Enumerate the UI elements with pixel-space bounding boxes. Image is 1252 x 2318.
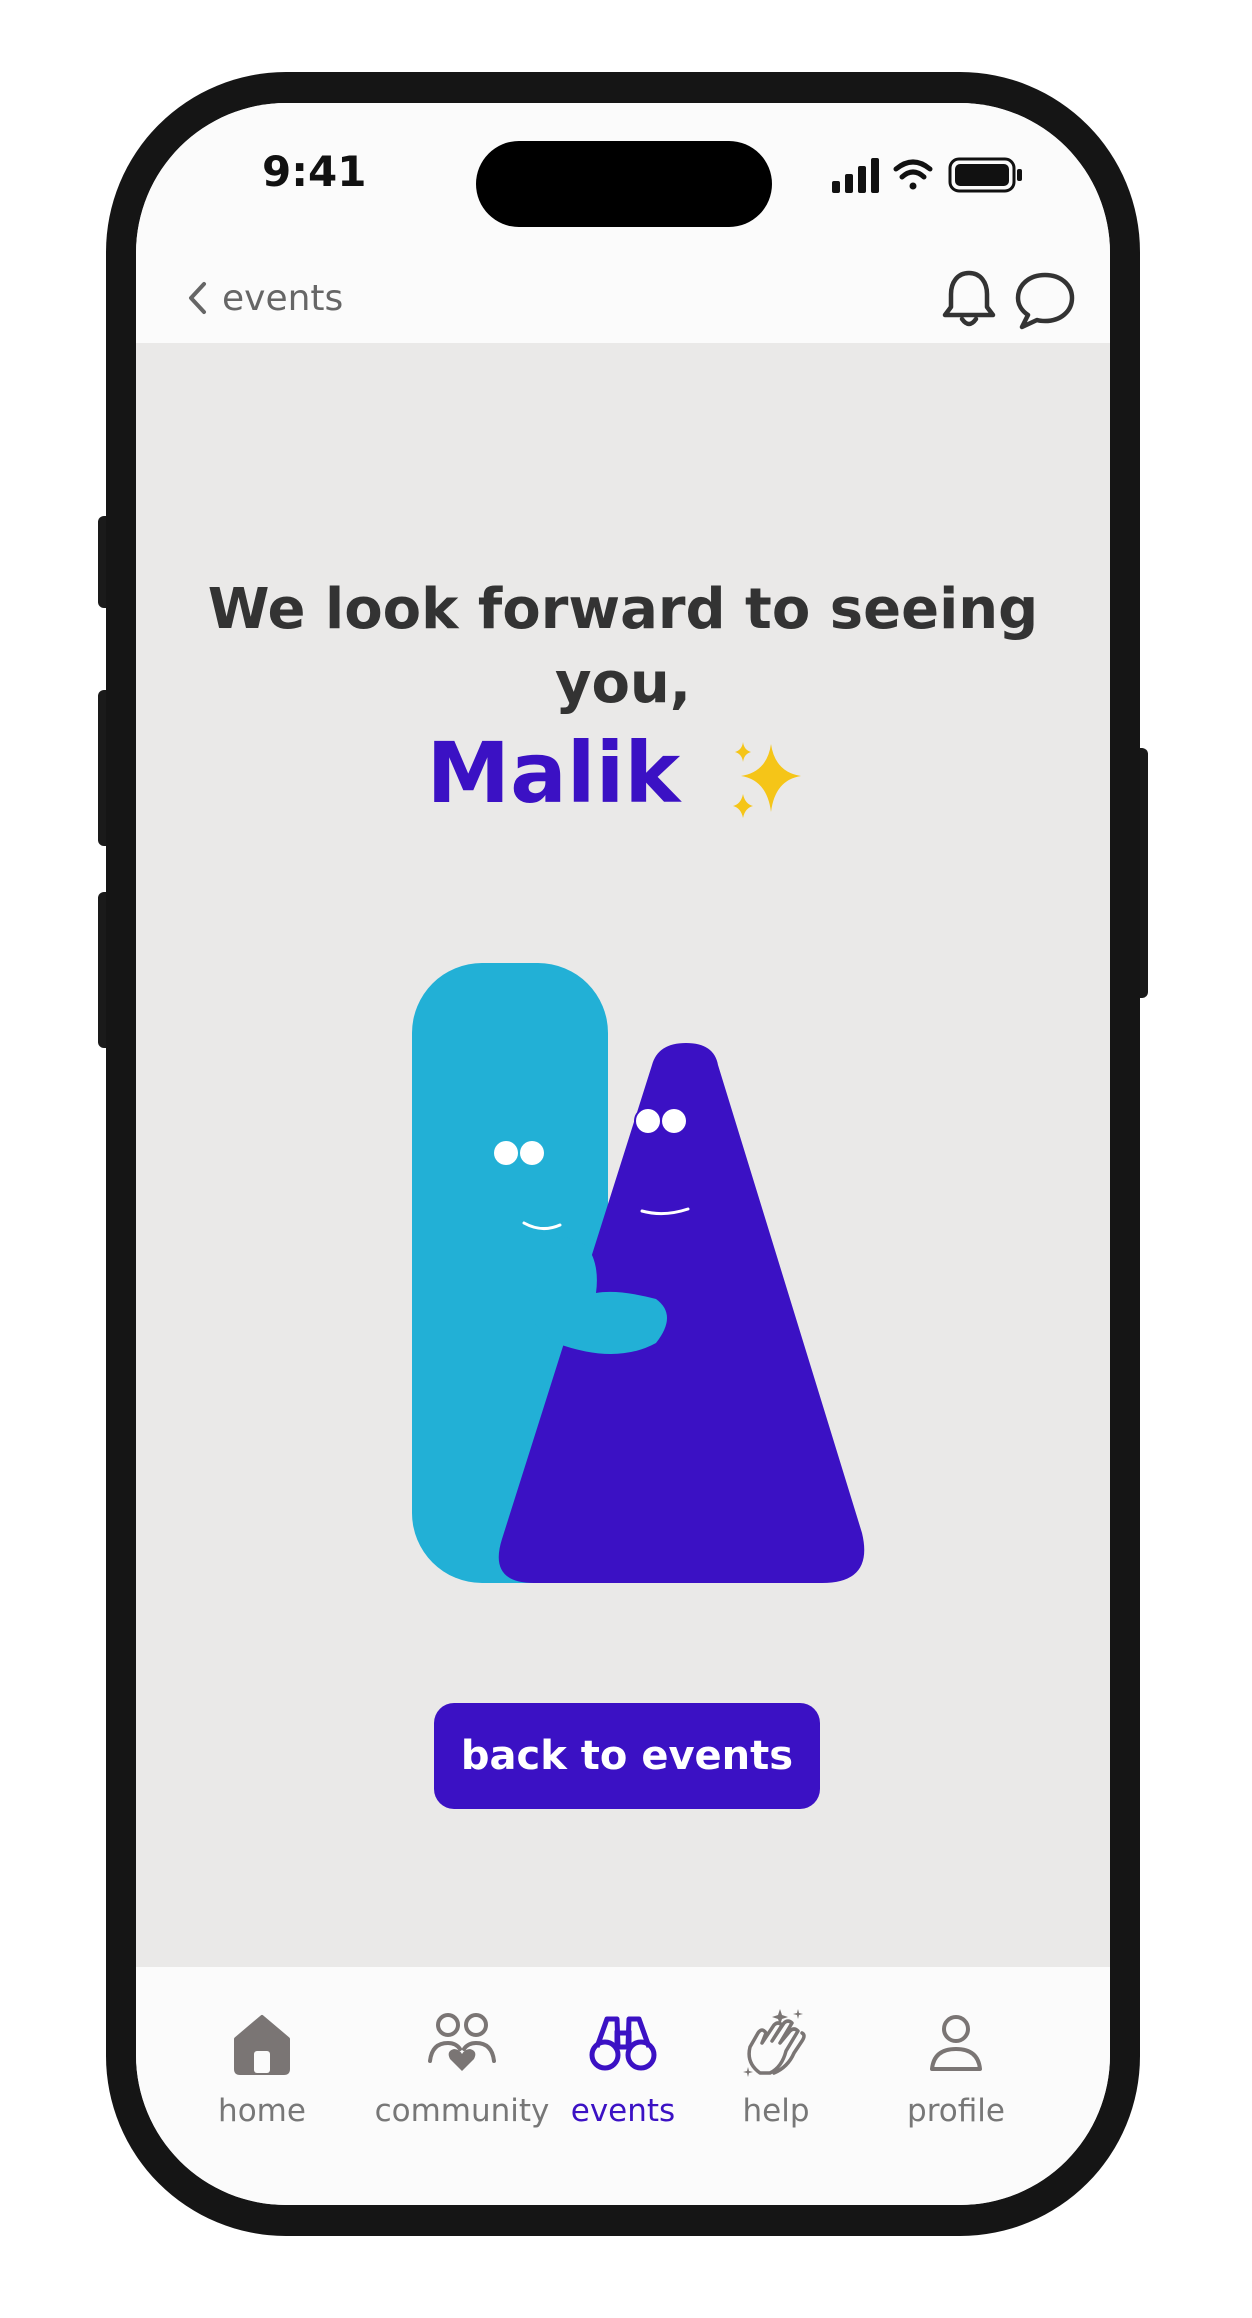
back-label: events bbox=[222, 277, 344, 319]
greeting-name: Malik bbox=[136, 723, 1110, 824]
purple-eye-left bbox=[634, 1107, 662, 1135]
tab-events-label: events bbox=[570, 2093, 676, 2129]
nav-header: events bbox=[136, 253, 1110, 343]
status-time: 9:41 bbox=[262, 147, 367, 196]
back-link[interactable]: events bbox=[186, 253, 343, 343]
tab-home-label: home bbox=[218, 2093, 306, 2129]
tab-profile[interactable]: profile bbox=[856, 2007, 1056, 2147]
cellular-signal-icon bbox=[832, 158, 879, 193]
user-name: Malik bbox=[426, 724, 681, 822]
status-icons bbox=[832, 157, 1022, 193]
chat-bubble-icon[interactable] bbox=[1012, 267, 1078, 333]
app-screen: 9:41 events We look forward to seeing yo… bbox=[136, 103, 1110, 2205]
profile-icon bbox=[930, 2015, 982, 2071]
tab-profile-label: profile bbox=[907, 2093, 1005, 2129]
home-icon bbox=[234, 2015, 290, 2075]
blue-eye-right bbox=[520, 1141, 544, 1165]
blue-eye-left bbox=[494, 1141, 518, 1165]
tab-help[interactable]: help bbox=[676, 2007, 876, 2147]
sparkles-icon bbox=[733, 742, 802, 819]
bell-icon[interactable] bbox=[936, 267, 1002, 333]
status-bar: 9:41 events bbox=[136, 103, 1110, 343]
dynamic-island bbox=[476, 141, 772, 227]
tab-bar: home community events help profile bbox=[136, 1967, 1110, 2205]
purple-eye-right bbox=[662, 1109, 686, 1133]
wifi-icon bbox=[893, 159, 933, 190]
back-to-events-button[interactable]: back to events bbox=[434, 1703, 820, 1809]
hugging-characters-illustration bbox=[412, 963, 865, 1583]
clapping-hands-icon bbox=[743, 2009, 806, 2077]
community-icon bbox=[428, 2013, 496, 2071]
chevron-left-icon bbox=[189, 282, 206, 314]
tab-home[interactable]: home bbox=[162, 2007, 362, 2147]
battery-icon bbox=[948, 157, 1022, 193]
binoculars-icon bbox=[589, 2016, 657, 2071]
tab-help-label: help bbox=[742, 2093, 810, 2129]
page-title: We look forward to seeing you, bbox=[207, 577, 1039, 716]
